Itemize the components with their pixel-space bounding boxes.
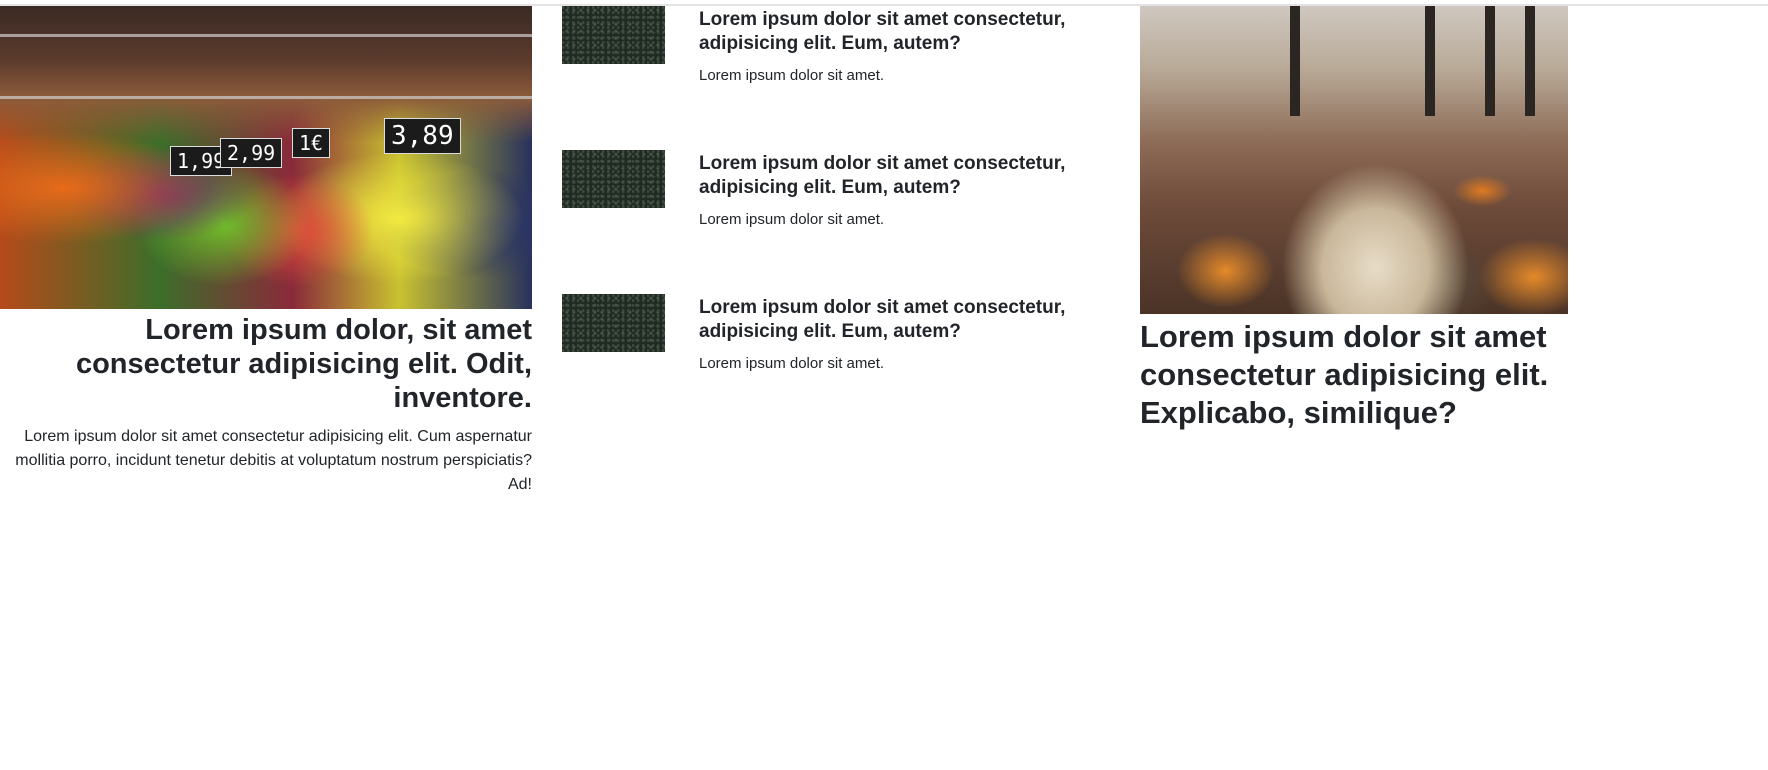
tree-trunk — [1525, 6, 1535, 116]
price-tag: 1€ — [292, 128, 331, 158]
tree-trunk — [1290, 6, 1300, 116]
shelf-rail — [0, 34, 532, 37]
price-tag: 2,99 — [220, 138, 283, 168]
shelf-rail — [0, 96, 532, 99]
featured-title[interactable]: Lorem ipsum dolor sit amet consectetur a… — [1140, 318, 1568, 432]
list-item-title[interactable]: Lorem ipsum dolor sit amet consectetur, … — [699, 8, 1099, 56]
tree-trunk — [1485, 6, 1495, 116]
list-item[interactable]: Lorem ipsum dolor sit amet consectetur, … — [562, 150, 1122, 260]
featured-title[interactable]: Lorem ipsum dolor, sit amet consectetur … — [0, 313, 532, 415]
list-item-text: Lorem ipsum dolor sit amet. — [699, 211, 885, 228]
thumbnail-image[interactable] — [562, 294, 665, 352]
tree-trunk — [1425, 6, 1435, 116]
book-coffee-image[interactable] — [1140, 6, 1568, 314]
featured-description: Lorem ipsum dolor sit amet consectetur a… — [15, 428, 532, 493]
featured-card-left: 1,99 2,99 1€ 3,89 Lorem ipsum dolor, sit… — [0, 6, 532, 497]
list-item-title[interactable]: Lorem ipsum dolor sit amet consectetur, … — [699, 296, 1099, 344]
list-item-title[interactable]: Lorem ipsum dolor sit amet consectetur, … — [699, 152, 1099, 200]
list-item[interactable]: Lorem ipsum dolor sit amet consectetur, … — [562, 294, 1122, 404]
list-item-text: Lorem ipsum dolor sit amet. — [699, 355, 885, 372]
list-item-text: Lorem ipsum dolor sit amet. — [699, 67, 885, 84]
market-image[interactable]: 1,99 2,99 1€ 3,89 — [0, 6, 532, 309]
thumbnail-image[interactable] — [562, 150, 665, 208]
featured-card-right: Lorem ipsum dolor sit amet consectetur a… — [1140, 6, 1568, 432]
price-tag: 3,89 — [384, 118, 461, 154]
thumbnail-image[interactable] — [562, 6, 665, 64]
list-item[interactable]: Lorem ipsum dolor sit amet consectetur, … — [562, 6, 1122, 116]
